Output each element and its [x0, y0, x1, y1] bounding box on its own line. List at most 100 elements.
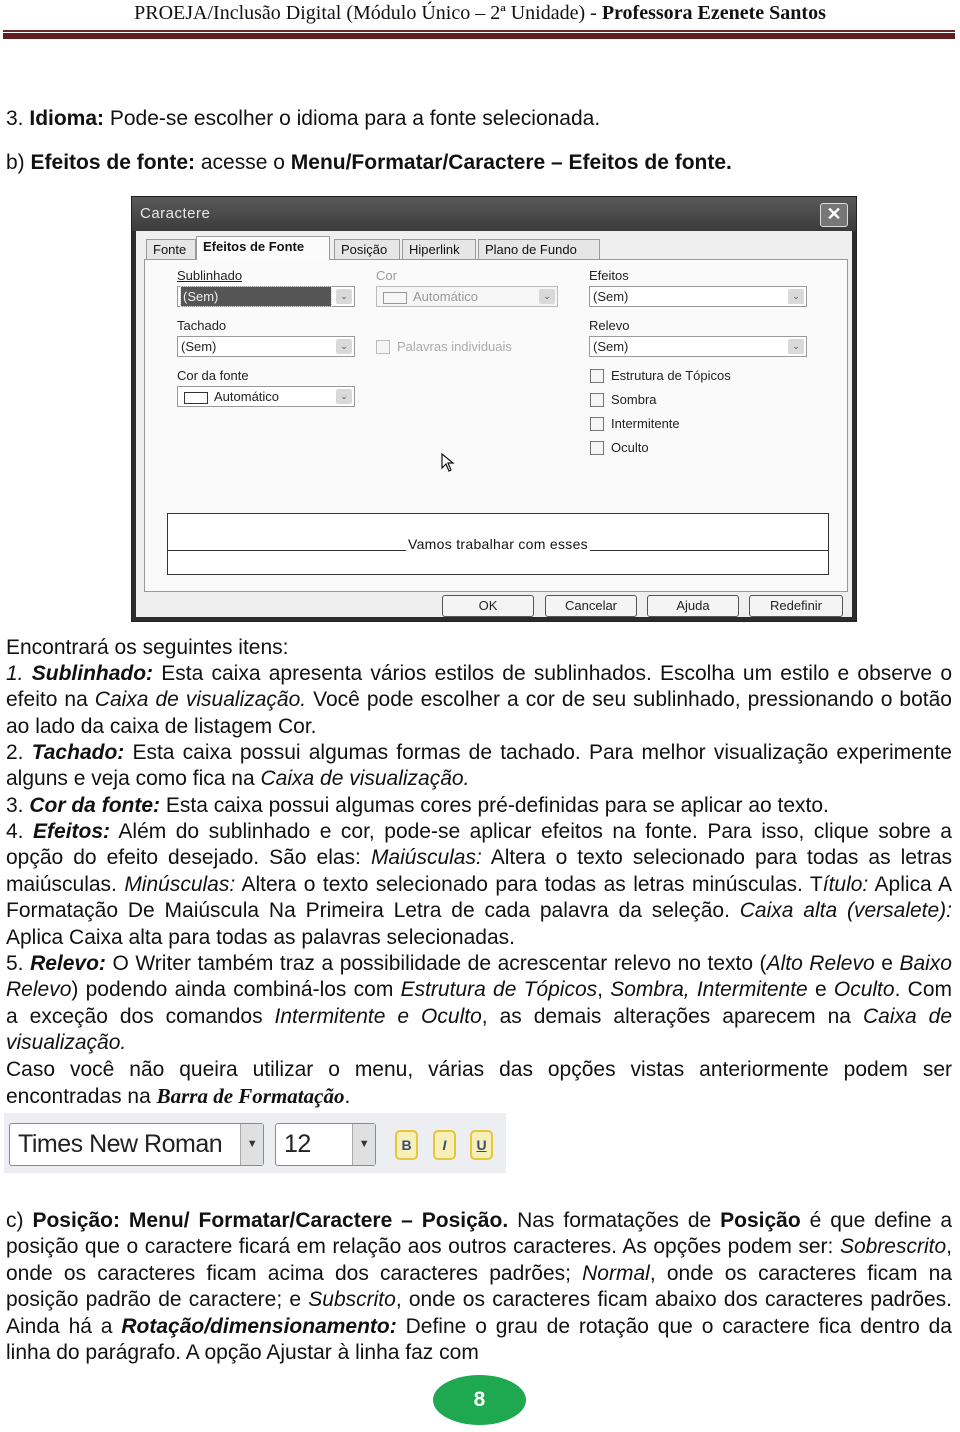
chevron-down-icon[interactable]: ⌄	[539, 289, 555, 304]
rotacao-label: Rotação/dimensionamento:	[121, 1314, 397, 1338]
ok-button[interactable]: OK	[442, 595, 534, 617]
section-bold: Posição	[720, 1209, 801, 1232]
item-number: 3.	[6, 794, 30, 817]
tab-posicao[interactable]: Posição	[334, 239, 400, 259]
efeitos-value: (Sem)	[593, 289, 629, 304]
color-swatch	[383, 291, 407, 304]
color-swatch	[184, 391, 208, 404]
section-emphasis: Normal	[582, 1261, 650, 1285]
efeitos-heading: b) Efeitos de fonte: acesse o Menu/Forma…	[6, 150, 952, 176]
tab-fonte[interactable]: Fonte	[146, 239, 196, 259]
item-text: ) podendo ainda combiná-los com	[71, 978, 401, 1002]
palavras-individuais-checkbox[interactable]	[376, 340, 390, 354]
relevo-value: (Sem)	[593, 339, 629, 354]
preview-text-wrap: Vamos trabalhar com esses	[168, 536, 828, 552]
tachado-value: (Sem)	[181, 339, 217, 354]
item-emphasis: Alto Relevo	[766, 952, 875, 975]
cor-select[interactable]: Automático ⌄	[376, 286, 558, 307]
item-emphasis: Caixa de visualização.	[94, 688, 307, 712]
intermitente-checkbox[interactable]	[590, 417, 604, 431]
relevo-select[interactable]: (Sem) ⌄	[589, 336, 807, 357]
font-size-value: 12	[284, 1130, 311, 1158]
tab-plano-de-fundo[interactable]: Plano de Fundo	[478, 239, 600, 259]
dialog-title: Caractere	[140, 205, 211, 222]
item-label: Tachado:	[31, 741, 125, 764]
item-text: e	[807, 978, 834, 1002]
sombra-label: Sombra	[611, 392, 657, 407]
estrutura-de-topicos-label: Estrutura de Tópicos	[611, 368, 731, 383]
tab-efeitos-de-fonte[interactable]: Efeitos de Fonte	[196, 236, 330, 260]
oculto-label: Oculto	[611, 440, 649, 455]
posicao-heading: Posição: Menu/ Formatar/Caractere – Posi…	[32, 1209, 509, 1232]
item-efeitos: 4. Efeitos: Além do sublinhado e cor, po…	[6, 819, 952, 951]
dropdown-arrow-icon[interactable]: ▼	[352, 1124, 375, 1165]
item-text: Esta caixa possui algumas formas de tach…	[6, 741, 952, 791]
item-emphasis: Oculto	[833, 978, 895, 1002]
preview-text: Vamos trabalhar com esses	[406, 536, 590, 552]
item-number: 3.	[6, 107, 30, 130]
italic-icon[interactable]: I	[433, 1130, 456, 1160]
section-emphasis: Subscrito	[308, 1288, 396, 1312]
header-rule-thin	[3, 30, 955, 32]
header-rule-thick	[3, 33, 955, 39]
sublinhado-value: (Sem)	[180, 286, 332, 307]
chevron-down-icon[interactable]: ⌄	[336, 289, 352, 304]
item-sublinhado: 1. Sublinhado: Esta caixa apresenta vári…	[6, 661, 952, 740]
idioma-line: 3. Idioma: Pode-se escolher o idioma par…	[6, 106, 952, 132]
item-emphasis: Caixa alta (versalete):	[739, 899, 952, 923]
idioma-text: Pode-se escolher o idioma para a fonte s…	[104, 107, 601, 130]
dropdown-arrow-icon[interactable]: ▼	[240, 1124, 263, 1165]
efeitos-text: acesse o	[195, 151, 291, 174]
page-number: 8	[433, 1375, 526, 1425]
item-text: ,	[597, 978, 611, 1002]
cancel-button[interactable]: Cancelar	[545, 595, 637, 617]
font-name-select[interactable]: Times New Roman ▼	[9, 1123, 264, 1166]
item-emphasis: Caixa de visualização.	[260, 767, 470, 791]
efeitos-label: Efeitos de fonte:	[30, 151, 196, 174]
item-emphasis: Minúsculas:	[124, 872, 236, 896]
item-cor-da-fonte: 3. Cor da fonte: Esta caixa possui algum…	[6, 793, 952, 819]
reset-button[interactable]: Redefinir	[749, 595, 843, 617]
dialog-body: Fonte Efeitos de Fonte Posição Hiperlink…	[136, 231, 852, 617]
formatting-bar: Times New Roman ▼ 12 ▼ B I U	[4, 1113, 506, 1173]
chevron-down-icon[interactable]: ⌄	[336, 389, 352, 404]
help-button[interactable]: Ajuda	[647, 595, 739, 617]
underline-icon[interactable]: U	[470, 1130, 493, 1160]
tachado-select[interactable]: (Sem) ⌄	[177, 336, 355, 357]
cor-value: Automático	[413, 289, 479, 304]
bold-icon[interactable]: B	[395, 1130, 418, 1160]
efeitos-select[interactable]: (Sem) ⌄	[589, 286, 807, 307]
section-prefix: b)	[6, 151, 31, 174]
item-label: Relevo:	[30, 952, 106, 975]
item-number: 2.	[6, 741, 32, 764]
font-size-select[interactable]: 12 ▼	[275, 1123, 376, 1166]
item-label: Sublinhado:	[31, 662, 154, 685]
item-text: Aplica Caixa alta para todas as palavras…	[6, 925, 515, 949]
preview-box: Vamos trabalhar com esses	[167, 513, 829, 575]
encontrara-line: Encontrará os seguintes itens:	[6, 636, 289, 659]
section-posicao: c) Posição: Menu/ Formatar/Caractere – P…	[6, 1208, 952, 1366]
section-text: Nas formatações de	[508, 1209, 721, 1232]
close-icon[interactable]: ✕	[820, 203, 848, 227]
chevron-down-icon[interactable]: ⌄	[336, 339, 352, 354]
chevron-down-icon[interactable]: ⌄	[788, 339, 804, 354]
tab-hiperlink[interactable]: Hiperlink	[402, 239, 476, 259]
chevron-down-icon[interactable]: ⌄	[788, 289, 804, 304]
sombra-checkbox[interactable]	[590, 393, 604, 407]
caso-text: Caso você não queira utilizar o menu, vá…	[6, 1058, 952, 1109]
cor-da-fonte-label: Cor da fonte	[177, 368, 249, 383]
item-text: Esta caixa possui algumas cores pré-defi…	[160, 794, 829, 817]
item-number: 5.	[6, 952, 31, 975]
item-emphasis: ítulo:	[822, 872, 869, 896]
palavras-individuais-label: Palavras individuais	[397, 339, 512, 354]
cor-da-fonte-select[interactable]: Automático ⌄	[177, 386, 355, 407]
sublinhado-label: Sublinhado	[177, 268, 242, 283]
estrutura-de-topicos-checkbox[interactable]	[590, 369, 604, 383]
caso-paragraph: Caso você não queira utilizar o menu, vá…	[6, 1057, 952, 1111]
oculto-checkbox[interactable]	[590, 441, 604, 455]
sublinhado-select[interactable]: (Sem) ⌄	[177, 286, 355, 307]
item-emphasis: Intermitente e Oculto	[274, 1004, 482, 1028]
dialog-title-bar: Caractere ✕	[132, 197, 856, 231]
page-header: PROEJA/Inclusão Digital (Módulo Único – …	[0, 0, 960, 28]
item-emphasis: Sombra, Intermitente	[610, 978, 808, 1002]
